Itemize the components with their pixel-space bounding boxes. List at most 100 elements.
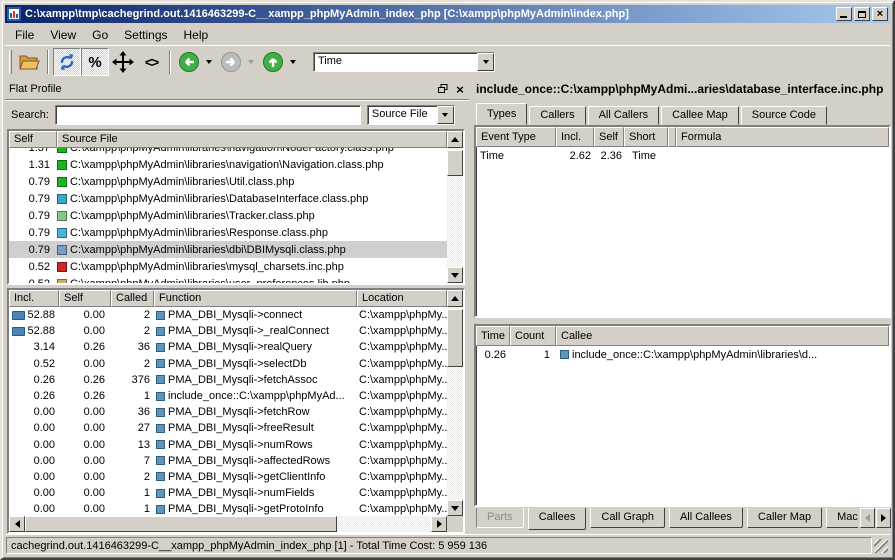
scrollbar-thumb[interactable] (447, 150, 463, 176)
function-row[interactable]: 0.000.002PMA_DBI_Mysqli->getClientInfoC:… (9, 469, 447, 485)
source-file-row[interactable]: 0.79C:\xampp\phpMyAdmin\libraries\Respon… (9, 224, 447, 241)
self-cost-cell: 0.79 (9, 244, 55, 256)
reload-button[interactable] (53, 48, 81, 76)
source-file-row[interactable]: 0.79C:\xampp\phpMyAdmin\libraries\Databa… (9, 190, 447, 207)
event-type-selector[interactable]: Time (313, 52, 495, 72)
bottom-tab-bar: PartsCalleesCall GraphAll CalleesCaller … (476, 508, 891, 532)
refresh-icon (57, 52, 77, 72)
function-row[interactable]: 0.260.261include_once::C:\xampp\phpMyAd.… (9, 388, 447, 404)
tab-types[interactable]: Types (476, 103, 527, 125)
column-header-function[interactable]: Function (154, 290, 357, 307)
file-color-icon (57, 211, 67, 221)
file-path-cell: C:\xampp\phpMyAdmin\libraries\Response.c… (70, 227, 447, 239)
function-row[interactable]: 52.880.002PMA_DBI_Mysqli->_realConnectC:… (9, 323, 447, 339)
dock-header[interactable]: Flat Profile × (9, 80, 467, 98)
column-header-time[interactable]: Time (476, 326, 510, 346)
column-header-self[interactable]: Self (9, 131, 57, 148)
expand-arrows-button[interactable] (109, 48, 137, 76)
menu-file[interactable]: File (9, 26, 40, 44)
percent-toggle-button[interactable]: % (81, 48, 109, 76)
scroll-down-button[interactable] (447, 267, 463, 283)
source-file-row[interactable]: 0.52C:\xampp\phpMyAdmin\libraries\user_p… (9, 275, 447, 283)
menu-help[interactable]: Help (178, 26, 215, 44)
scrollbar-thumb[interactable] (25, 516, 337, 532)
tab-scroll-right-button[interactable] (876, 508, 891, 528)
combo-arrow-button[interactable] (437, 106, 454, 124)
source-file-row[interactable]: 0.79C:\xampp\phpMyAdmin\libraries\Tracke… (9, 207, 447, 224)
back-button[interactable] (175, 48, 203, 76)
self-cell: 2.36 (594, 150, 624, 162)
scroll-left-button[interactable] (9, 516, 25, 532)
menu-view[interactable]: View (44, 26, 82, 44)
tab-callee-map[interactable]: Callee Map (661, 106, 739, 125)
group-selector[interactable]: Source File (367, 105, 455, 125)
scroll-right-button[interactable] (431, 516, 447, 532)
column-header-count[interactable]: Count (510, 326, 556, 346)
source-file-row[interactable]: 0.52C:\xampp\phpMyAdmin\libraries\mysql_… (9, 258, 447, 275)
tab-all-callers[interactable]: All Callers (588, 106, 660, 125)
minimize-button[interactable] (836, 7, 852, 21)
tab-callers[interactable]: Callers (529, 106, 585, 125)
tab-caller-map[interactable]: Caller Map (747, 508, 822, 528)
menu-settings[interactable]: Settings (118, 26, 173, 44)
callee-row[interactable]: 0.26 1 include_once::C:\xampp\phpMyAdmin… (476, 346, 889, 363)
source-file-row[interactable]: 0.79C:\xampp\phpMyAdmin\libraries\dbi\DB… (9, 241, 447, 258)
function-row[interactable]: 0.000.001PMA_DBI_Mysqli->getProtoInfoC:\… (9, 501, 447, 516)
horizontal-scrollbar[interactable] (9, 516, 447, 532)
scrollbar-thumb[interactable] (447, 309, 463, 367)
close-button[interactable]: × (872, 7, 888, 21)
menu-go[interactable]: Go (86, 26, 114, 44)
scroll-up-button[interactable] (447, 290, 463, 307)
column-header-source-file[interactable]: Source File (57, 131, 447, 148)
up-button[interactable] (259, 48, 287, 76)
function-row[interactable]: 0.000.007PMA_DBI_Mysqli->affectedRowsC:\… (9, 453, 447, 469)
column-header-location[interactable]: Location (357, 290, 447, 307)
column-header-incl[interactable]: Incl. (9, 290, 59, 307)
column-header-self[interactable]: Self (59, 290, 111, 307)
function-row[interactable]: 0.000.001PMA_DBI_Mysqli->numFieldsC:\xam… (9, 485, 447, 501)
tab-call-graph[interactable]: Call Graph (590, 508, 665, 528)
function-row[interactable]: 52.880.002PMA_DBI_Mysqli->connectC:\xamp… (9, 307, 447, 323)
tab-source-code[interactable]: Source Code (741, 106, 827, 125)
search-input[interactable] (55, 105, 361, 125)
event-type-row[interactable]: Time 2.62 2.36 Time (476, 147, 889, 164)
function-row[interactable]: 0.000.0027PMA_DBI_Mysqli->freeResultC:\x… (9, 420, 447, 436)
title-bar[interactable]: C:\xampp\tmp\cachegrind.out.1416463299-C… (5, 5, 890, 23)
function-name: PMA_DBI_Mysqli->getClientInfo (168, 471, 325, 483)
column-header-event-type[interactable]: Event Type (476, 127, 556, 147)
source-file-row[interactable]: 1.31C:\xampp\phpMyAdmin\libraries\naviga… (9, 156, 447, 173)
up-dropdown-icon[interactable] (290, 60, 296, 64)
vertical-scrollbar[interactable] (447, 148, 463, 267)
column-header-incl[interactable]: Incl. (556, 127, 594, 147)
maximize-button[interactable] (854, 7, 870, 21)
location-cell: C:\xampp\phpMy... (357, 374, 447, 386)
relative-cost-button[interactable]: <> (137, 48, 165, 76)
scroll-up-button[interactable] (447, 131, 463, 148)
column-header-short[interactable]: Short (624, 127, 668, 147)
function-row[interactable]: 0.260.26376PMA_DBI_Mysqli->fetchAssocC:\… (9, 372, 447, 388)
resize-grip[interactable] (874, 539, 888, 553)
function-row[interactable]: 0.000.0013PMA_DBI_Mysqli->numRowsC:\xamp… (9, 437, 447, 453)
vertical-scrollbar[interactable] (447, 307, 463, 500)
scroll-down-button[interactable] (447, 500, 463, 516)
column-header-formula[interactable]: Formula (676, 127, 889, 147)
toolbar-handle[interactable] (9, 50, 12, 74)
function-row[interactable]: 0.520.002PMA_DBI_Mysqli->selectDbC:\xamp… (9, 356, 447, 372)
combo-arrow-button[interactable] (477, 53, 494, 71)
column-header-callee[interactable]: Callee (556, 326, 889, 346)
back-dropdown-icon[interactable] (206, 60, 212, 64)
source-file-row[interactable]: 1.37C:\xampp\phpMyAdmin\libraries\naviga… (9, 148, 447, 156)
function-row[interactable]: 3.140.2636PMA_DBI_Mysqli->realQueryC:\xa… (9, 339, 447, 355)
tab-all-callees[interactable]: All Callees (669, 508, 743, 528)
tab-callees[interactable]: Callees (528, 508, 587, 530)
column-header-self[interactable]: Self (594, 127, 624, 147)
column-header-called[interactable]: Called (111, 290, 154, 307)
tab-machine[interactable]: Machine (826, 508, 858, 528)
source-file-row[interactable]: 0.79C:\xampp\phpMyAdmin\libraries\Util.c… (9, 173, 447, 190)
dock-float-button[interactable] (436, 83, 450, 96)
dock-close-button[interactable]: × (453, 83, 467, 96)
triangle-left-icon (865, 514, 870, 522)
function-icon (156, 408, 165, 417)
function-row[interactable]: 0.000.0036PMA_DBI_Mysqli->fetchRowC:\xam… (9, 404, 447, 420)
open-file-button[interactable] (15, 48, 43, 76)
